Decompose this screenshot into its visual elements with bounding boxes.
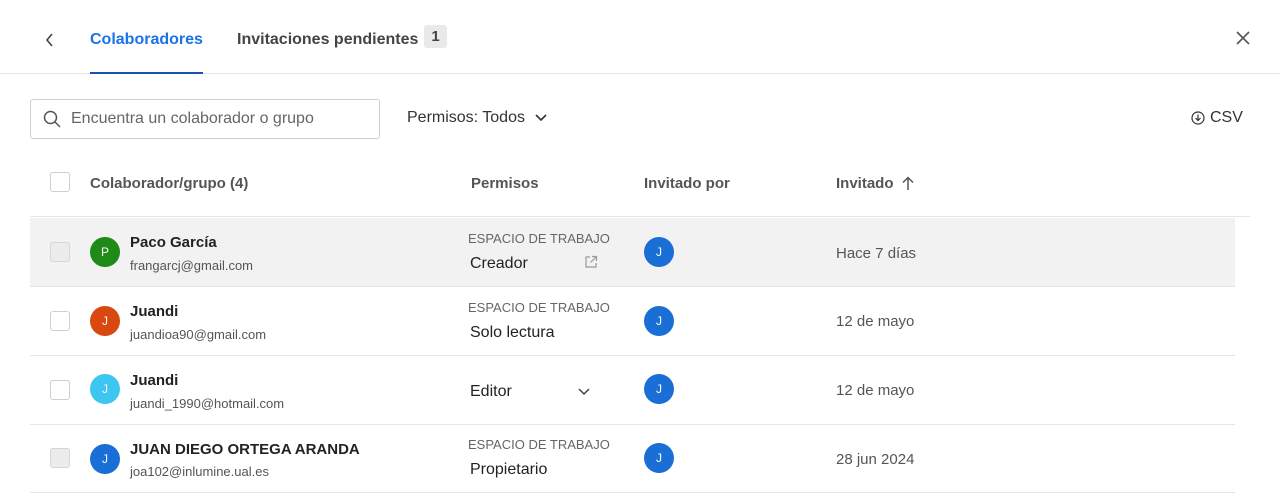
inviter-avatar[interactable]: J xyxy=(644,306,674,336)
permission-scope: ESPACIO DE TRABAJO xyxy=(468,231,610,246)
avatar: J xyxy=(90,306,120,336)
avatar: J xyxy=(90,444,120,474)
tab-collaborators[interactable]: Colaboradores xyxy=(90,31,203,74)
back-button[interactable] xyxy=(38,28,62,52)
avatar: P xyxy=(90,237,120,267)
collaborator-email: joa102@inlumine.ual.es xyxy=(130,464,269,479)
search-input[interactable] xyxy=(71,110,361,128)
row-checkbox[interactable] xyxy=(50,448,70,468)
permission-role: Solo lectura xyxy=(470,324,555,341)
chevron-down-icon xyxy=(535,114,547,122)
collaborator-name: Paco García xyxy=(130,234,217,251)
invited-date: Hace 7 días xyxy=(836,245,917,262)
search-box[interactable] xyxy=(30,99,380,139)
collaborator-name: JUAN DIEGO ORTEGA ARANDA xyxy=(130,441,360,458)
invited-date: 12 de mayo xyxy=(836,313,915,330)
collaborator-name: Juandi xyxy=(130,303,179,320)
close-button[interactable] xyxy=(1230,25,1256,51)
chevron-down-icon xyxy=(578,388,590,396)
search-icon xyxy=(43,110,61,128)
permissions-filter-label: Permisos: Todos xyxy=(407,109,525,126)
table-row[interactable]: J JUAN DIEGO ORTEGA ARANDA joa102@inlumi… xyxy=(30,424,1235,493)
column-header-invited-by[interactable]: Invitado por xyxy=(644,175,730,192)
chevron-left-icon xyxy=(45,33,53,47)
close-icon xyxy=(1236,31,1250,45)
pending-count-badge: 1 xyxy=(424,25,447,48)
inviter-avatar[interactable]: J xyxy=(644,443,674,473)
column-header-collaborator[interactable]: Colaborador/grupo (4) xyxy=(90,175,248,192)
role-select[interactable]: Editor xyxy=(470,381,590,403)
inviter-avatar[interactable]: J xyxy=(644,237,674,267)
table-row[interactable]: J Juandi juandioa90@gmail.com ESPACIO DE… xyxy=(30,287,1235,356)
invited-date: 28 jun 2024 xyxy=(836,451,915,468)
tab-pending-invitations[interactable]: Invitaciones pendientes 1 xyxy=(237,25,447,49)
collaborator-email: juandi_1990@hotmail.com xyxy=(130,396,285,411)
header-bar: Colaboradores Invitaciones pendientes 1 xyxy=(0,0,1280,74)
collaborator-name: Juandi xyxy=(130,372,179,389)
avatar: J xyxy=(90,374,120,404)
row-checkbox[interactable] xyxy=(50,311,70,331)
permission-scope: ESPACIO DE TRABAJO xyxy=(468,300,610,315)
csv-download-button[interactable]: CSV xyxy=(1191,109,1243,127)
external-link-icon[interactable] xyxy=(583,254,599,270)
table-row[interactable]: P Paco García frangarcj@gmail.com ESPACI… xyxy=(30,218,1235,287)
column-header-permissions[interactable]: Permisos xyxy=(471,175,539,192)
tab-pending-label: Invitaciones pendientes xyxy=(237,31,419,48)
invited-date: 12 de mayo xyxy=(836,382,915,399)
permission-role: Propietario xyxy=(470,461,548,478)
table-header: Colaborador/grupo (4) Permisos Invitado … xyxy=(30,164,1250,217)
csv-label: CSV xyxy=(1210,109,1243,126)
arrow-up-icon xyxy=(901,176,914,190)
permission-role: Creador xyxy=(470,255,528,272)
row-checkbox[interactable] xyxy=(50,242,70,262)
column-header-invited-label: Invitado xyxy=(836,175,894,192)
column-header-invited[interactable]: Invitado xyxy=(836,175,914,192)
permissions-filter-dropdown[interactable]: Permisos: Todos xyxy=(407,109,547,127)
download-icon xyxy=(1191,111,1205,125)
permission-scope: ESPACIO DE TRABAJO xyxy=(468,437,610,452)
select-all-checkbox[interactable] xyxy=(50,172,70,192)
collaborator-email: juandioa90@gmail.com xyxy=(130,327,267,342)
row-checkbox[interactable] xyxy=(50,380,70,400)
collaborator-email: frangarcj@gmail.com xyxy=(130,258,254,273)
role-select-value: Editor xyxy=(470,383,512,400)
table-row[interactable]: J Juandi juandi_1990@hotmail.com Editor … xyxy=(30,356,1235,425)
inviter-avatar[interactable]: J xyxy=(644,374,674,404)
